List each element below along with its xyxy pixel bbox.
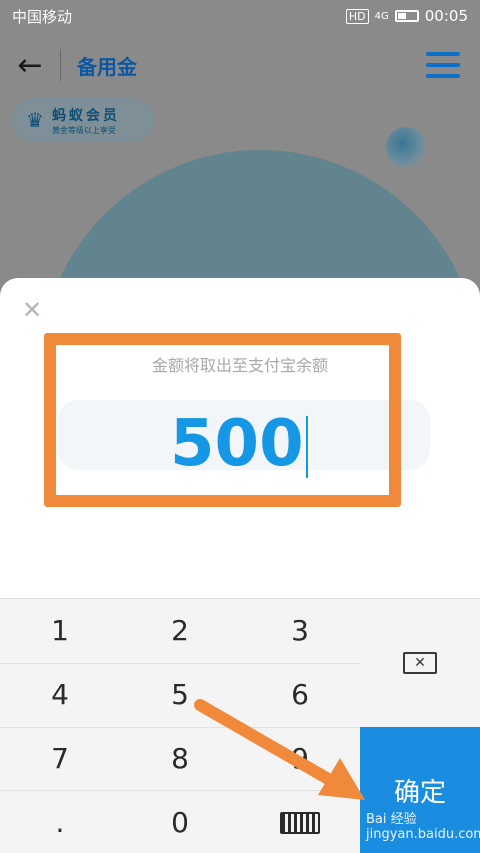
watermark: Bai 经验 jingyan.baidu.com	[366, 812, 480, 842]
member-subtitle: 黄金等级以上享受	[51, 125, 116, 135]
amount-sheet: ✕ 金额将取出至支付宝余额 500	[0, 278, 480, 598]
status-indicators: HD 4G 00:05	[345, 7, 468, 25]
delete-button[interactable]: ✕	[360, 599, 480, 727]
key-2[interactable]: 2	[120, 599, 240, 662]
member-badge[interactable]: ♛ 蚂蚁会员 黄金等级以上享受	[12, 98, 154, 142]
status-bar: 中国移动 HD 4G 00:05	[0, 0, 480, 32]
key-1[interactable]: 1	[0, 599, 120, 662]
menu-icon[interactable]	[426, 52, 460, 78]
hd-icon: HD	[345, 8, 369, 24]
nav-bar: ← 备用金	[0, 40, 480, 90]
nav-divider	[60, 49, 61, 81]
close-icon[interactable]: ✕	[18, 296, 46, 324]
carrier-label: 中国移动	[12, 7, 73, 26]
key-0[interactable]: 0	[120, 791, 240, 853]
background-app: 中国移动 HD 4G 00:05 ← 备用金 ♛ 蚂蚁会员 黄金等级以上享受	[0, 0, 480, 300]
decorative-orb	[386, 127, 426, 167]
page-title: 备用金	[77, 54, 137, 79]
member-title: 蚂蚁会员	[51, 107, 120, 124]
network-icon: 4G	[374, 10, 389, 22]
key-3[interactable]: 3	[240, 599, 360, 662]
key-8[interactable]: 8	[120, 727, 240, 790]
keyboard-icon	[280, 811, 320, 834]
arrow-left-icon[interactable]: ←	[0, 40, 60, 90]
key-7[interactable]: 7	[0, 727, 120, 790]
highlight-box	[44, 333, 401, 507]
key-5[interactable]: 5	[120, 663, 240, 726]
status-time: 00:05	[424, 7, 468, 25]
key-4[interactable]: 4	[0, 663, 120, 726]
battery-icon	[394, 10, 419, 22]
backspace-icon: ✕	[403, 652, 437, 674]
keyboard-toggle-button[interactable]	[240, 791, 360, 853]
key-6[interactable]: 6	[240, 663, 360, 726]
key-9[interactable]: 9	[240, 727, 360, 790]
key-decimal[interactable]: .	[0, 791, 120, 853]
crown-icon: ♛	[26, 108, 44, 132]
